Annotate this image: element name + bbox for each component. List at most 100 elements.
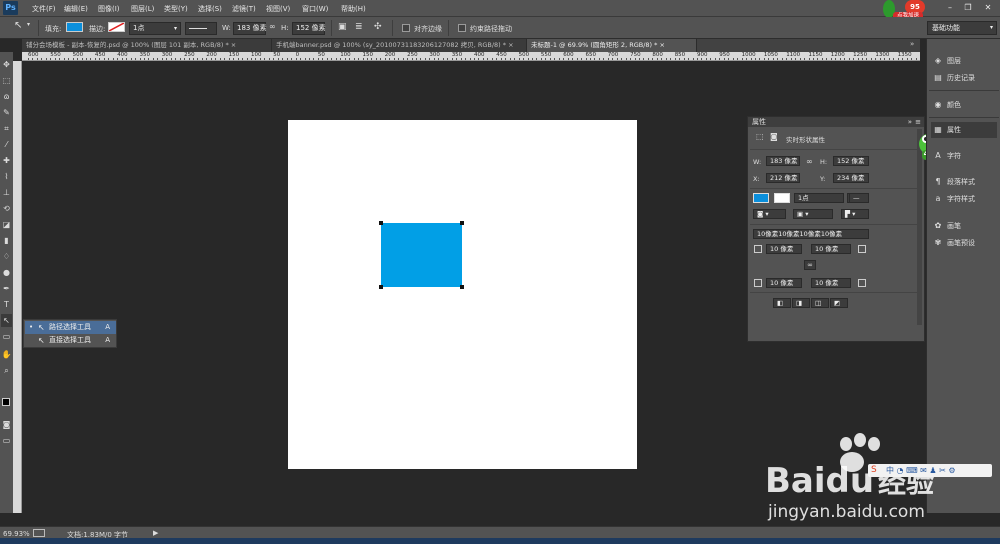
quick-select-tool-icon[interactable]: ✎ — [1, 106, 12, 119]
healing-brush-tool-icon[interactable]: ✚ — [1, 154, 12, 167]
hand-tool-icon[interactable]: ✋ — [1, 348, 12, 361]
close-icon[interactable]: ✕ — [980, 2, 996, 14]
prop-fill-swatch[interactable] — [753, 193, 769, 203]
tool-preset-chevron-icon[interactable]: ▾ — [27, 21, 30, 28]
menu-type[interactable]: 类型(Y) — [164, 4, 188, 14]
screen-mode-icon[interactable]: ▭ — [1, 434, 12, 447]
tab-document-3[interactable]: 未标题-1 @ 69.9% (圆角矩形 2, RGB/8) * × — [527, 39, 697, 52]
path-operations-icon[interactable]: ▣ — [338, 22, 347, 32]
path-alignment-icon[interactable]: ≣ — [355, 22, 363, 32]
prop-stroke-align[interactable]: ◙ ▾ — [753, 209, 786, 219]
anchor-point-bottom-right[interactable] — [460, 285, 464, 289]
menu-layer[interactable]: 图层(L) — [131, 4, 154, 14]
foreground-color-swatch[interactable] — [2, 398, 10, 406]
link-icon[interactable]: ∞ — [269, 22, 276, 31]
panel-character-styles[interactable]: a 字符样式 — [931, 191, 975, 207]
path-selection-tool-icon[interactable]: ↖ — [1, 314, 12, 327]
path-op-combine-icon[interactable]: ◧ — [773, 298, 791, 308]
width-field[interactable]: 183 像素 — [233, 22, 267, 35]
panel-history[interactable]: ▤ 历史记录 — [931, 70, 975, 86]
path-arrangement-icon[interactable]: ✣ — [374, 22, 382, 32]
tab-document-2[interactable]: 手机端banner.psd @ 100% (sy_201007311832061… — [272, 39, 527, 52]
restore-icon[interactable]: ❐ — [960, 2, 976, 14]
prop-corner-br[interactable]: 10 像素 — [811, 278, 851, 288]
gradient-tool-icon[interactable]: ▮ — [1, 234, 12, 247]
lasso-tool-icon[interactable]: ɷ — [1, 90, 12, 103]
prop-stroke-width[interactable]: 1点 — [794, 193, 844, 203]
status-menu-arrow-icon[interactable]: ▶ — [153, 529, 158, 537]
fill-swatch[interactable] — [66, 22, 83, 32]
menu-edit[interactable]: 编辑(E) — [64, 4, 88, 14]
document-canvas[interactable] — [288, 120, 637, 469]
zoom-tool-icon[interactable]: ⌕ — [1, 364, 12, 377]
crop-tool-icon[interactable]: ⌗ — [1, 122, 12, 135]
link-dimensions-icon[interactable]: ∞ — [806, 157, 813, 166]
panel-brush[interactable]: ✿ 画笔 — [931, 218, 961, 234]
path-op-intersect-icon[interactable]: ◫ — [811, 298, 829, 308]
clone-stamp-tool-icon[interactable]: ⊥ — [1, 186, 12, 199]
panel-character[interactable]: A 字符 — [931, 148, 961, 164]
panel-menu-icon[interactable]: ≡ — [915, 117, 921, 127]
height-field[interactable]: 152 像素 — [292, 22, 326, 35]
prop-corner-radii-all[interactable]: 10像素10像素10像素10像素 — [753, 229, 869, 239]
quick-mask-icon[interactable]: ◙ — [1, 418, 12, 431]
menu-select[interactable]: 选择(S) — [198, 4, 222, 14]
blur-tool-icon[interactable]: ♢ — [1, 250, 12, 263]
anchor-point-top-left[interactable] — [379, 221, 383, 225]
tabs-overflow-icon[interactable]: » — [910, 40, 914, 48]
panel-paragraph-styles[interactable]: ¶ 段落样式 — [931, 174, 975, 190]
arrow-tool-icon[interactable]: ↖ — [14, 20, 22, 31]
brush-tool-icon[interactable]: ⌇ — [1, 170, 12, 183]
rounded-rectangle-shape[interactable] — [381, 223, 462, 287]
ime-toolbar[interactable]: S 中 ◔ ⌨ ✉ ♟ ✂ ⚙ — [868, 464, 992, 477]
path-op-exclude-icon[interactable]: ◩ — [830, 298, 848, 308]
menu-help[interactable]: 帮助(H) — [341, 4, 366, 14]
panel-color[interactable]: ◉ 颜色 — [931, 97, 962, 113]
anchor-point-bottom-left[interactable] — [379, 285, 383, 289]
prop-stroke-swatch[interactable] — [774, 193, 790, 203]
stroke-type-dropdown[interactable] — [185, 22, 217, 35]
constrain-path-checkbox[interactable] — [458, 24, 466, 32]
menu-view[interactable]: 视图(V) — [266, 4, 290, 14]
stroke-swatch[interactable] — [108, 22, 125, 32]
stroke-width-field[interactable]: 1点 ▾ — [129, 22, 181, 35]
shape-tool-icon[interactable]: ▭ — [1, 330, 12, 343]
link-corners-icon[interactable]: ∞ — [804, 260, 816, 270]
prop-corner-tr[interactable]: 10 像素 — [811, 244, 851, 254]
prop-y-field[interactable]: 234 像素 — [833, 173, 869, 183]
menu-image[interactable]: 图像(I) — [98, 4, 120, 14]
flyout-path-selection-tool[interactable]: • ↖ 路径选择工具 A — [25, 321, 116, 334]
collapse-icon[interactable]: » — [908, 117, 912, 127]
prop-stroke-caps[interactable]: ▣ ▾ — [793, 209, 833, 219]
tab-document-1[interactable]: 铺分会场模板 - 副本-恢复的.psd @ 100% (图层 101 副本, R… — [22, 39, 272, 52]
type-tool-icon[interactable]: T — [1, 298, 12, 311]
shape-properties-icon[interactable]: ⬚ — [756, 132, 764, 141]
panel-brush-presets[interactable]: ✾ 画笔预设 — [931, 235, 975, 251]
prop-corner-bl[interactable]: 10 像素 — [766, 278, 802, 288]
minimize-icon[interactable]: – — [942, 2, 958, 14]
pen-tool-icon[interactable]: ✒ — [1, 282, 12, 295]
panel-layers[interactable]: ◈ 图层 — [931, 53, 961, 69]
marquee-tool-icon[interactable]: ⬚ — [1, 74, 12, 87]
prop-width-field[interactable]: 183 像素 — [766, 156, 800, 166]
history-brush-tool-icon[interactable]: ⟲ — [1, 202, 12, 215]
panel-properties[interactable]: ▦ 属性 — [931, 122, 997, 138]
dodge-tool-icon[interactable]: ● — [1, 266, 12, 279]
prop-stroke-type[interactable]: — — [849, 193, 869, 203]
mask-properties-icon[interactable]: ◙ — [770, 132, 778, 141]
menu-window[interactable]: 窗口(W) — [302, 4, 328, 14]
flyout-direct-selection-tool[interactable]: ↖ 直接选择工具 A — [25, 334, 116, 347]
workspace-dropdown[interactable]: 基础功能 ▾ — [927, 21, 997, 35]
anchor-point-top-right[interactable] — [460, 221, 464, 225]
prop-corner-tl[interactable]: 10 像素 — [766, 244, 802, 254]
prop-stroke-corners[interactable]: ▛ ▾ — [841, 209, 869, 219]
path-op-subtract-icon[interactable]: ◨ — [792, 298, 810, 308]
move-tool-icon[interactable]: ✥ — [1, 58, 12, 71]
eraser-tool-icon[interactable]: ◪ — [1, 218, 12, 231]
menu-file[interactable]: 文件(F) — [32, 4, 56, 14]
zoom-level[interactable]: 69.93% — [3, 530, 30, 538]
align-edges-checkbox[interactable] — [402, 24, 410, 32]
menu-filter[interactable]: 滤镜(T) — [232, 4, 256, 14]
prop-height-field[interactable]: 152 像素 — [833, 156, 869, 166]
prop-x-field[interactable]: 212 像素 — [766, 173, 800, 183]
